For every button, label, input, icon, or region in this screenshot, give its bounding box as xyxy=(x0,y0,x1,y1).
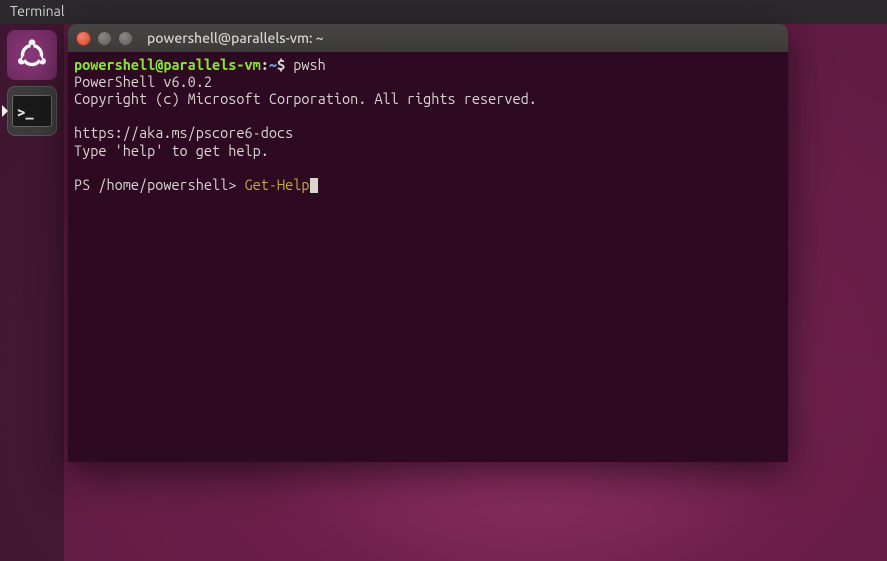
maximize-icon[interactable] xyxy=(118,31,133,46)
terminal-output-line: Copyright (c) Microsoft Corporation. All… xyxy=(74,90,537,107)
bash-prompt-path: ~ xyxy=(269,56,277,73)
bash-prompt-userhost: powershell@parallels-vm xyxy=(74,56,261,73)
ps-prompt: PS /home/powershell> xyxy=(74,176,245,193)
unity-launcher: >_ xyxy=(0,24,64,561)
launcher-ubuntu-dash[interactable] xyxy=(7,30,57,80)
terminal-output-line: PowerShell v6.0.2 xyxy=(74,73,212,90)
menubar-app-label: Terminal xyxy=(10,3,65,19)
ubuntu-logo-icon xyxy=(15,38,49,72)
window-titlebar[interactable]: powershell@parallels-vm: ~ xyxy=(68,24,788,52)
bash-prompt-sep: : xyxy=(261,56,269,73)
terminal-output-line: Type 'help' to get help. xyxy=(74,142,269,159)
cursor-icon xyxy=(310,178,318,193)
terminal-output-line: https://aka.ms/pscore6-docs xyxy=(74,124,293,141)
minimize-icon[interactable] xyxy=(97,31,112,46)
bash-prompt-symbol: $ xyxy=(277,56,285,73)
window-title: powershell@parallels-vm: ~ xyxy=(147,30,324,46)
launcher-terminal-app[interactable]: >_ xyxy=(7,86,57,136)
top-menubar: Terminal xyxy=(0,0,887,24)
terminal-icon: >_ xyxy=(12,95,52,127)
ps-command: Get-Help xyxy=(245,176,310,193)
bash-command: pwsh xyxy=(293,56,325,73)
close-icon[interactable] xyxy=(76,31,91,46)
terminal-content[interactable]: powershell@parallels-vm:~$ pwsh PowerShe… xyxy=(68,52,788,462)
terminal-window: powershell@parallels-vm: ~ powershell@pa… xyxy=(68,24,788,462)
